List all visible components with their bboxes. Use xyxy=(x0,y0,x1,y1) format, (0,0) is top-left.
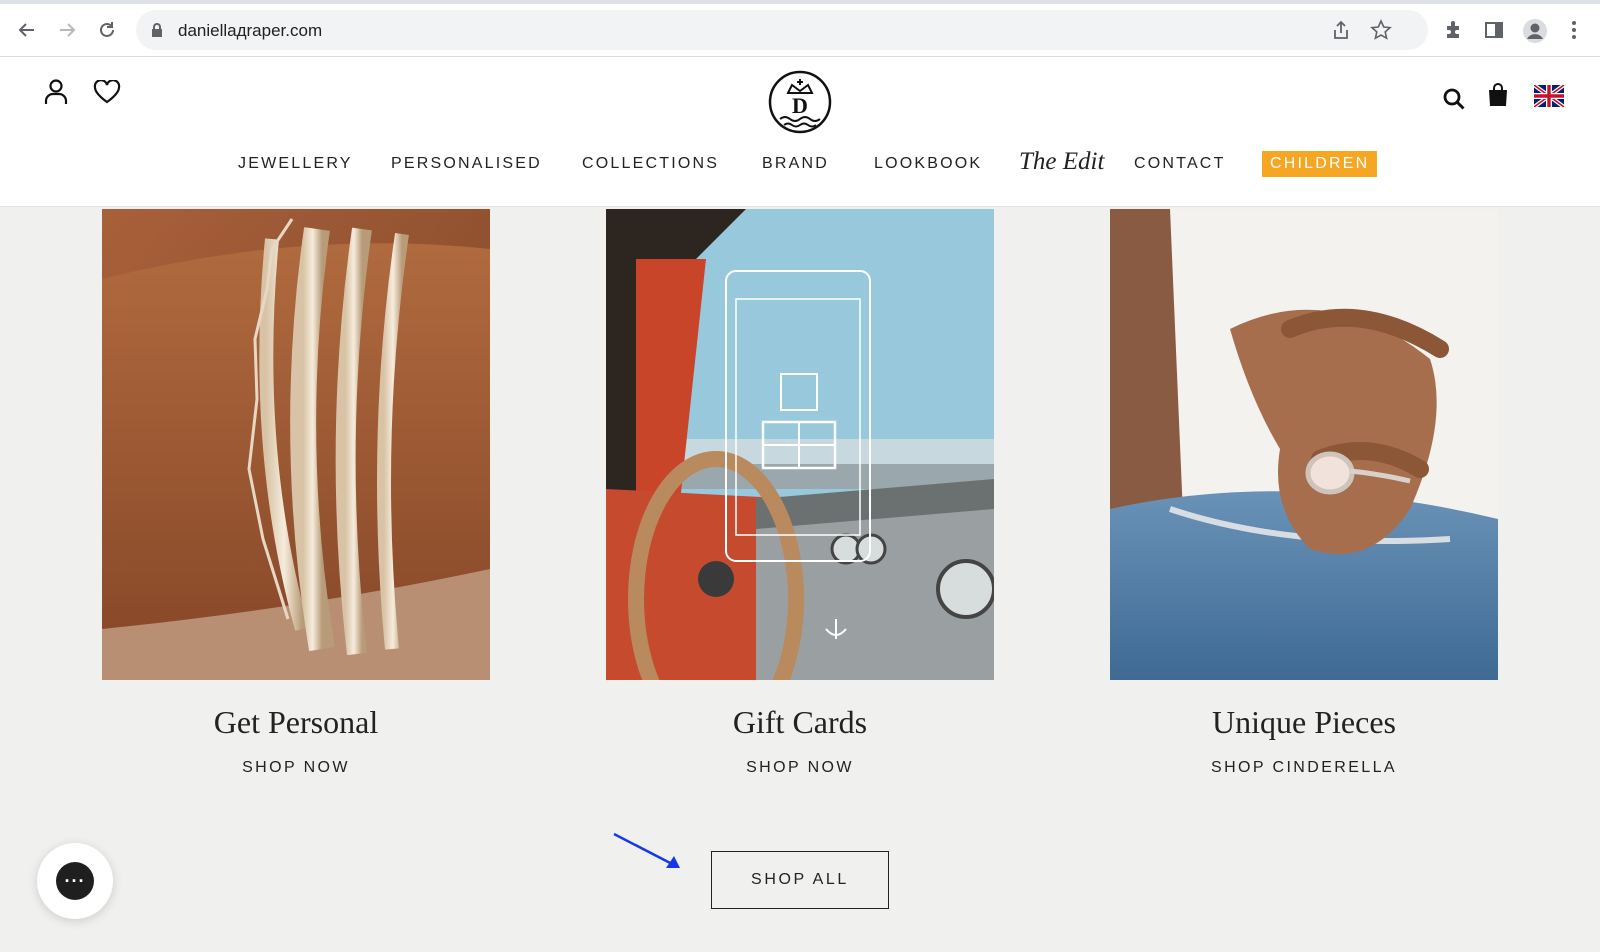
lock-icon[interactable] xyxy=(150,22,164,43)
url-text[interactable]: daniellадraper.com xyxy=(178,21,322,41)
search-icon[interactable] xyxy=(1442,87,1466,116)
chat-widget-button[interactable]: ··· xyxy=(37,843,113,919)
card-title-get-personal: Get Personal xyxy=(213,704,379,740)
uk-flag-icon[interactable] xyxy=(1532,83,1566,112)
bag-icon[interactable] xyxy=(1487,83,1509,112)
card-link-shop-now-2[interactable]: SHOP NOW xyxy=(606,759,994,777)
svg-text:D: D xyxy=(792,93,808,118)
card-link-shop-now[interactable]: SHOP NOW xyxy=(102,759,490,777)
wishlist-icon[interactable] xyxy=(93,79,121,109)
address-bar[interactable]: daniellадraper.com xyxy=(136,10,1428,50)
chat-icon: ··· xyxy=(56,862,94,900)
card-title-unique-pieces: Unique Pieces xyxy=(1212,704,1396,740)
nav-lookbook[interactable]: LOOKBOOK xyxy=(874,155,982,173)
browser-toolbar: daniellадraper.com xyxy=(0,0,1600,57)
unique-pieces-image[interactable] xyxy=(1110,209,1498,680)
nav-collections[interactable]: COLLECTIONS xyxy=(582,155,719,173)
nav-children[interactable]: CHILDREN xyxy=(1262,151,1378,177)
extensions-icon[interactable] xyxy=(1442,18,1466,42)
nav-contact[interactable]: CONTACT xyxy=(1134,155,1226,173)
nav-the-edit[interactable]: The Edit xyxy=(1019,148,1104,176)
profile-icon[interactable] xyxy=(1522,18,1547,43)
star-icon[interactable] xyxy=(1370,19,1392,41)
get-personal-image[interactable] xyxy=(102,209,490,680)
brand-logo[interactable]: D xyxy=(768,69,832,135)
card-link-shop-cinderella[interactable]: SHOP CINDERELLA xyxy=(1110,759,1498,777)
back-icon[interactable] xyxy=(15,18,39,42)
site-header: D JEWELLERY PERSONALISED COLLECTIONS BRA… xyxy=(0,57,1600,207)
nav-jewellery[interactable]: JEWELLERY xyxy=(238,155,353,173)
shop-all-button[interactable]: SHOP ALL xyxy=(711,851,889,909)
nav-personalised[interactable]: PERSONALISED xyxy=(391,155,542,173)
card-title-gift-cards: Gift Cards xyxy=(732,704,868,740)
tab-strip xyxy=(0,0,1600,4)
account-icon[interactable] xyxy=(44,79,68,110)
annotation-arrow-icon xyxy=(613,832,680,868)
gift-cards-image[interactable] xyxy=(606,209,994,680)
reload-icon[interactable] xyxy=(95,18,119,42)
more-icon[interactable] xyxy=(1562,18,1586,42)
forward-icon[interactable] xyxy=(55,18,79,42)
share-icon[interactable] xyxy=(1330,19,1352,41)
sidepanel-icon[interactable] xyxy=(1482,18,1506,42)
nav-brand[interactable]: BRAND xyxy=(762,155,829,173)
